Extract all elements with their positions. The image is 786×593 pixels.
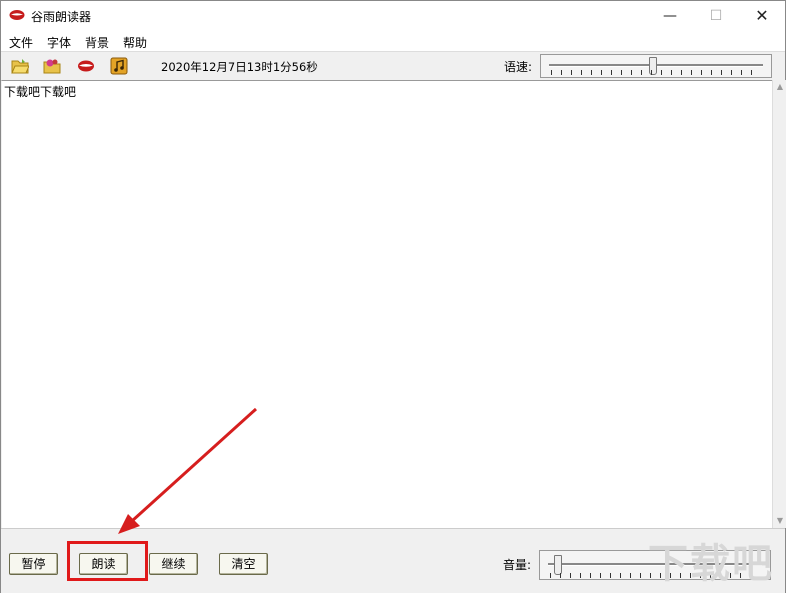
annotation-arrow	[118, 407, 258, 534]
arrow-shaft	[130, 407, 258, 523]
